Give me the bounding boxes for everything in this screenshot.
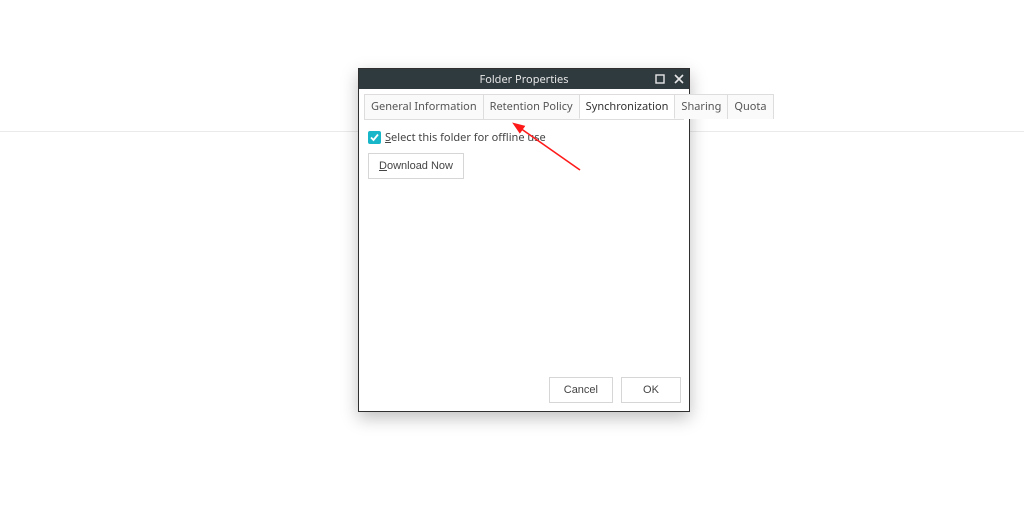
- tab-label: Synchronization: [586, 99, 669, 114]
- folder-properties-dialog: Folder Properties General Information Re…: [358, 68, 690, 412]
- titlebar-buttons: [652, 69, 687, 89]
- tab-general-information[interactable]: General Information: [364, 94, 484, 119]
- tab-label: Sharing: [681, 99, 721, 114]
- tab-synchronization[interactable]: Synchronization: [579, 94, 676, 119]
- tab-retention-policy[interactable]: Retention Policy: [483, 94, 580, 119]
- cancel-button[interactable]: Cancel: [549, 377, 613, 403]
- offline-use-checkbox[interactable]: [368, 131, 381, 144]
- tab-label: Retention Policy: [490, 99, 573, 114]
- offline-use-row: Select this folder for offline use: [368, 130, 680, 145]
- download-now-button[interactable]: Download Now: [368, 153, 464, 179]
- download-now-label: ownload Now: [387, 160, 453, 172]
- maximize-icon[interactable]: [652, 71, 668, 87]
- tabs: General Information Retention Policy Syn…: [359, 89, 689, 119]
- offline-use-label-text: elect this folder for offline use: [391, 130, 546, 145]
- tab-sharing[interactable]: Sharing: [674, 94, 728, 119]
- titlebar[interactable]: Folder Properties: [359, 69, 689, 89]
- ok-button[interactable]: OK: [621, 377, 681, 403]
- mnemonic-d: D: [379, 160, 387, 172]
- window-title: Folder Properties: [479, 72, 568, 87]
- offline-use-label[interactable]: Select this folder for offline use: [385, 130, 546, 145]
- tabpanel-synchronization: Select this folder for offline use Downl…: [364, 119, 684, 369]
- close-icon[interactable]: [671, 71, 687, 87]
- dialog-footer: Cancel OK: [359, 369, 689, 411]
- tab-label: General Information: [371, 99, 477, 114]
- tab-quota[interactable]: Quota: [727, 94, 773, 119]
- tab-label: Quota: [734, 99, 766, 114]
